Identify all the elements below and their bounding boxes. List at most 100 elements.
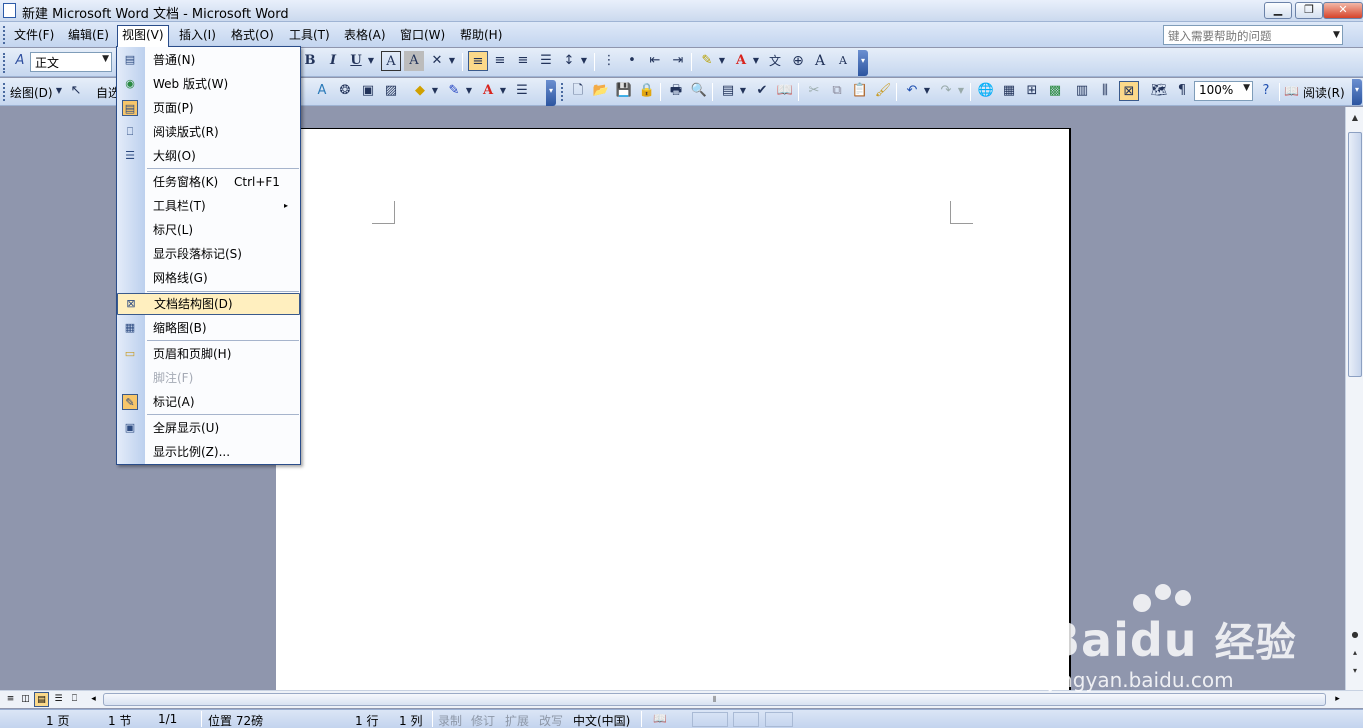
toolbar-options-chevron-icon[interactable]: ▾ — [858, 50, 868, 76]
char-shading-button[interactable]: A — [404, 51, 424, 71]
cut-icon[interactable]: ✂ — [804, 81, 824, 101]
redo-dropdown-icon[interactable]: ▼ — [956, 81, 966, 101]
read-button[interactable]: 阅读(R) — [1303, 84, 1345, 101]
char-border-button[interactable]: A — [381, 51, 401, 71]
permission-icon[interactable]: 🔒 — [637, 81, 657, 101]
undo-icon[interactable]: ↶ — [902, 81, 922, 101]
highlight-dropdown-icon[interactable]: ▼ — [717, 51, 727, 71]
menu-format[interactable]: 格式(O) — [227, 25, 278, 45]
toolbar-grip[interactable] — [561, 83, 564, 101]
font-color-dropdown-icon[interactable]: ▼ — [751, 51, 761, 71]
highlight-icon[interactable]: ✎ — [697, 51, 717, 71]
select-objects-icon[interactable]: ↖ — [66, 81, 86, 101]
scroll-up-icon[interactable]: ▲ — [1347, 110, 1363, 126]
wordart-icon[interactable]: A — [312, 81, 332, 101]
research-icon[interactable]: ▤ — [718, 81, 738, 101]
menu-table[interactable]: 表格(A) — [340, 25, 390, 45]
insert-picture-icon[interactable]: ▨ — [381, 81, 401, 101]
menu-tools[interactable]: 工具(T) — [285, 25, 334, 45]
menu-item-full-screen[interactable]: ▣ 全屏显示(U) — [117, 417, 300, 439]
print-view-button-icon[interactable]: ▤ — [34, 692, 49, 707]
next-page-icon[interactable]: ▾ — [1347, 663, 1363, 679]
justify-icon[interactable]: ☰ — [536, 51, 556, 71]
menu-item-document-map[interactable]: ⊠ 文档结构图(D) — [117, 293, 300, 315]
align-left-icon[interactable]: ≡ — [468, 51, 488, 71]
bold-button[interactable]: B — [300, 51, 320, 71]
help-dropdown-arrow[interactable]: ▼ — [1330, 25, 1343, 45]
chevron-down-icon[interactable]: ▼ — [1243, 83, 1250, 93]
select-browse-object-icon[interactable]: ● — [1347, 627, 1363, 643]
fill-color-icon[interactable]: ◆ — [410, 81, 430, 101]
new-doc-icon[interactable]: 🗋 — [568, 81, 588, 101]
read-icon[interactable]: 📖 — [1284, 81, 1299, 101]
menu-item-reading-layout[interactable]: ⎕ 阅读版式(R) — [117, 121, 300, 143]
draw-font-color-dropdown-icon[interactable]: ▼ — [498, 81, 508, 101]
status-rec[interactable]: 录制 — [438, 712, 462, 728]
font-color-icon[interactable]: A — [731, 51, 751, 71]
copy-icon[interactable]: ⧉ — [827, 81, 847, 101]
line-color-icon[interactable]: ✎ — [444, 81, 464, 101]
help-icon[interactable]: ? — [1256, 81, 1276, 101]
styles-icon[interactable]: A — [10, 51, 30, 71]
line-style-icon[interactable]: ☰ — [512, 81, 532, 101]
hyperlink-icon[interactable]: 🌐 — [976, 81, 996, 101]
paste-icon[interactable]: 📋 — [850, 81, 870, 101]
clipart-icon[interactable]: ▣ — [358, 81, 378, 101]
italic-button[interactable]: I — [323, 51, 343, 71]
insert-excel-icon[interactable]: ▩ — [1045, 81, 1065, 101]
line-spacing-icon[interactable]: ↕ — [559, 51, 579, 71]
standard-options-chevron-icon[interactable]: ▾ — [1352, 79, 1362, 105]
document-page[interactable] — [276, 128, 1071, 698]
style-combo[interactable]: 正文 ▼ — [30, 52, 112, 72]
save-icon[interactable]: 💾 — [614, 81, 634, 101]
menu-help[interactable]: 帮助(H) — [456, 25, 506, 45]
zoom-combo[interactable]: 100% ▼ — [1194, 81, 1253, 101]
grow-font-button[interactable]: A — [810, 51, 830, 71]
menu-item-normal[interactable]: ▤ 普通(N) — [117, 49, 300, 71]
columns-icon[interactable]: ▥ — [1072, 81, 1092, 101]
toolbar-grip[interactable] — [3, 83, 6, 101]
menu-item-outline[interactable]: ☰ 大纲(O) — [117, 145, 300, 167]
menu-edit[interactable]: 编辑(E) — [64, 25, 113, 45]
diagram-icon[interactable]: ❂ — [335, 81, 355, 101]
vertical-scrollbar[interactable]: ▲ ● ▴ ▾ — [1345, 107, 1363, 690]
numbering-icon[interactable]: ⋮ — [599, 51, 619, 71]
menu-item-gridlines[interactable]: 网格线(G) — [117, 267, 300, 289]
outline-view-button-icon[interactable]: ☰ — [51, 692, 66, 707]
menu-item-ruler[interactable]: 标尺(L) — [117, 219, 300, 241]
align-center-icon[interactable]: ≡ — [490, 51, 510, 71]
minimize-button[interactable]: ▁ — [1264, 2, 1292, 19]
scroll-right-icon[interactable]: ▸ — [1330, 692, 1345, 707]
scroll-left-icon[interactable]: ◂ — [86, 692, 101, 707]
line-spacing-dropdown-icon[interactable]: ▼ — [579, 51, 589, 71]
menu-item-show-paragraph-marks[interactable]: 显示段落标记(S) — [117, 243, 300, 265]
research-book-icon[interactable]: 📖 — [775, 81, 795, 101]
draw-menu-button[interactable]: 绘图(D) — [10, 84, 53, 101]
bullets-icon[interactable]: • — [622, 51, 642, 71]
toolbar-grip[interactable] — [3, 53, 6, 73]
undo-dropdown-icon[interactable]: ▼ — [922, 81, 932, 101]
status-ext[interactable]: 扩展 — [505, 712, 529, 728]
menu-item-zoom[interactable]: 显示比例(Z)... — [117, 441, 300, 463]
align-right-icon[interactable]: ≡ — [513, 51, 533, 71]
close-button[interactable]: ✕ — [1323, 2, 1363, 19]
research-dropdown-icon[interactable]: ▼ — [738, 81, 748, 101]
shrink-font-button[interactable]: A — [833, 51, 853, 71]
draw-dropdown-icon[interactable]: ▼ — [54, 81, 64, 101]
horizontal-scroll-thumb[interactable]: ⦀ — [103, 693, 1326, 706]
print-preview-icon[interactable]: 🔍 — [689, 81, 709, 101]
menu-item-task-pane[interactable]: 任务窗格(K) Ctrl+F1 — [117, 171, 300, 193]
insert-table-icon[interactable]: ⊞ — [1022, 81, 1042, 101]
print-icon[interactable]: 🖶 — [666, 81, 686, 101]
reading-view-button-icon[interactable]: ⎕ — [67, 692, 82, 707]
underline-dropdown-icon[interactable]: ▼ — [366, 51, 376, 71]
format-painter-icon[interactable]: 🖌 — [873, 81, 893, 101]
menu-item-thumbnails[interactable]: ▦ 缩略图(B) — [117, 317, 300, 339]
fill-color-dropdown-icon[interactable]: ▼ — [430, 81, 440, 101]
line-color-dropdown-icon[interactable]: ▼ — [464, 81, 474, 101]
redo-icon[interactable]: ↷ — [936, 81, 956, 101]
spelling-icon[interactable]: ✔ — [752, 81, 772, 101]
menu-item-header-footer[interactable]: ▭ 页眉和页脚(H) — [117, 343, 300, 365]
menubar-grip[interactable] — [3, 26, 6, 44]
chevron-down-icon[interactable]: ▼ — [102, 54, 109, 64]
